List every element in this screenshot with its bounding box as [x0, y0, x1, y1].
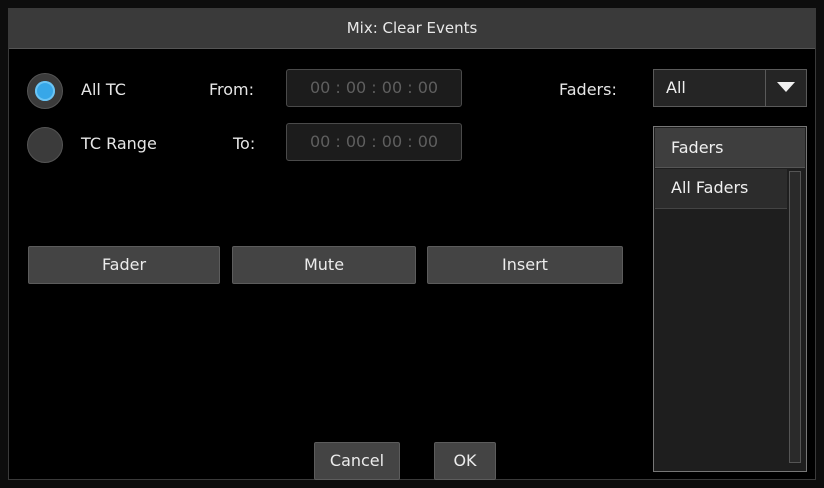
chevron-down-icon: [777, 82, 795, 92]
mute-button[interactable]: Mute: [232, 246, 416, 284]
all-tc-radio[interactable]: [27, 73, 63, 109]
all-tc-label[interactable]: All TC: [81, 80, 126, 99]
faders-list-scrollbar[interactable]: [789, 171, 801, 463]
fader-button[interactable]: Fader: [28, 246, 220, 284]
cancel-button[interactable]: Cancel: [314, 442, 400, 480]
faders-dropdown[interactable]: All: [653, 69, 807, 107]
radio-selected-indicator: [35, 81, 55, 101]
to-label: To:: [233, 134, 256, 153]
faders-label: Faders:: [559, 80, 617, 99]
ok-button[interactable]: OK: [434, 442, 496, 480]
from-label: From:: [209, 80, 255, 99]
tc-range-radio[interactable]: [27, 127, 63, 163]
faders-list-header: Faders: [655, 128, 805, 168]
faders-dropdown-value: All: [666, 78, 686, 97]
to-timecode-field[interactable]: 00 : 00 : 00 : 00: [286, 123, 462, 161]
from-timecode-field[interactable]: 00 : 00 : 00 : 00: [286, 69, 462, 107]
list-item[interactable]: All Faders: [655, 169, 787, 209]
dropdown-arrow-button[interactable]: [765, 70, 806, 106]
clear-events-dialog: Mix: Clear Events All TC TC Range From: …: [8, 8, 816, 480]
faders-list[interactable]: Faders All Faders: [653, 126, 807, 472]
dialog-title: Mix: Clear Events: [9, 9, 815, 49]
tc-range-label[interactable]: TC Range: [81, 134, 157, 153]
insert-button[interactable]: Insert: [427, 246, 623, 284]
